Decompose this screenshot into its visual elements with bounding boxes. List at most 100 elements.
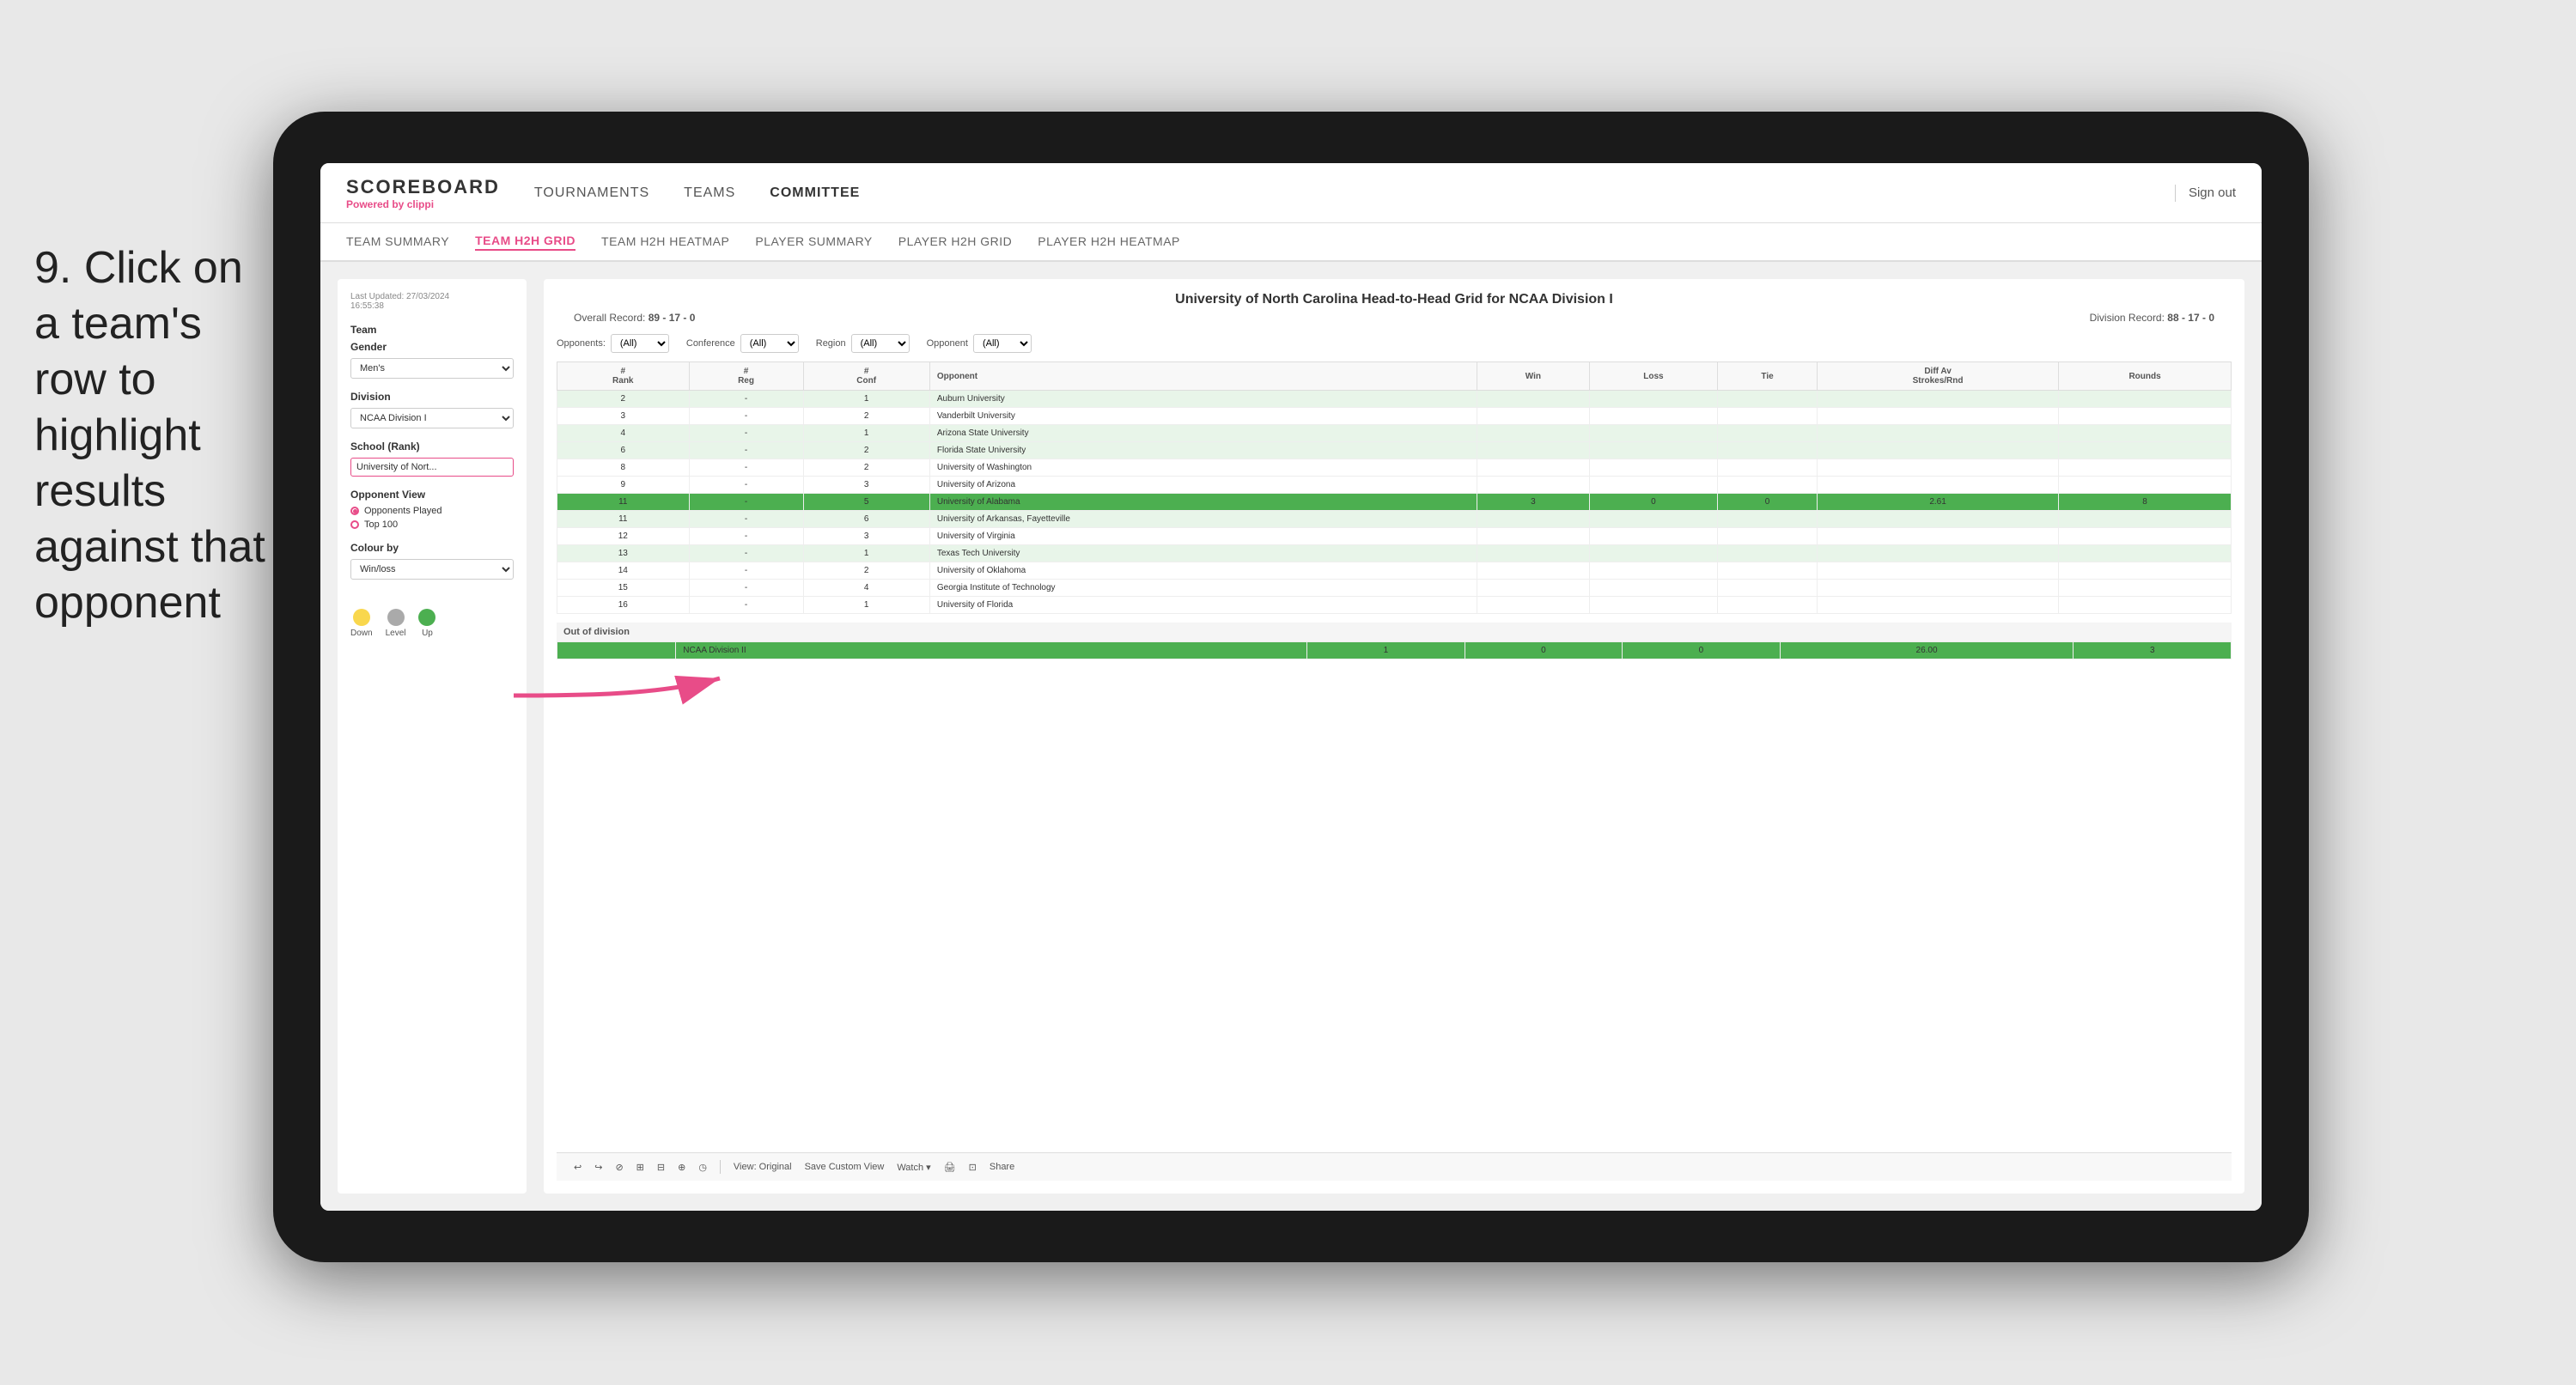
table-cell [2059, 459, 2232, 477]
region-dropdown[interactable]: (All) [851, 334, 910, 353]
toolbar-redo[interactable]: ↪ [594, 1162, 602, 1173]
table-cell [1718, 408, 1818, 425]
legend-circle-up [418, 609, 435, 626]
school-rank-input[interactable] [350, 458, 514, 477]
table-cell: - [689, 511, 803, 528]
out-of-division-header: Out of division [557, 623, 2232, 641]
opponent-name-cell: University of Alabama [929, 494, 1477, 511]
table-cell: - [689, 408, 803, 425]
table-cell [1477, 442, 1590, 459]
toolbar-add[interactable]: ⊞ [636, 1162, 644, 1173]
table-cell: 9 [557, 477, 690, 494]
table-cell [2059, 562, 2232, 580]
tab-team-summary[interactable]: TEAM SUMMARY [346, 234, 449, 250]
table-cell [1718, 477, 1818, 494]
nav-tournaments[interactable]: TOURNAMENTS [534, 185, 649, 201]
table-cell: - [689, 477, 803, 494]
table-cell [2059, 511, 2232, 528]
legend-row: Down Level Up [350, 609, 514, 638]
table-cell [1718, 562, 1818, 580]
table-cell [1817, 442, 2058, 459]
tab-player-h2h-heatmap[interactable]: PLAYER H2H HEATMAP [1038, 234, 1180, 250]
table-cell [2059, 391, 2232, 408]
table-row[interactable]: 11-5University of Alabama3002.618 [557, 494, 2232, 511]
out-division-row[interactable]: NCAA Division II10026.003 [557, 642, 2232, 659]
colour-by-select[interactable]: Win/loss [350, 559, 514, 580]
toolbar-save-custom[interactable]: Save Custom View [805, 1162, 885, 1172]
table-cell: 6 [803, 511, 929, 528]
timestamp: Last Updated: 27/03/2024 16:55:38 [350, 292, 514, 311]
opponents-dropdown[interactable]: (All) [611, 334, 669, 353]
table-cell: 2 [803, 408, 929, 425]
table-row[interactable]: 14-2University of Oklahoma [557, 562, 2232, 580]
table-row[interactable]: 3-2Vanderbilt University [557, 408, 2232, 425]
table-cell [1589, 391, 1717, 408]
table-row[interactable]: 11-6University of Arkansas, Fayetteville [557, 511, 2232, 528]
radio-top100[interactable]: Top 100 [350, 519, 514, 530]
table-cell: 1 [803, 597, 929, 614]
toolbar-watch[interactable]: Watch ▾ [897, 1162, 930, 1173]
toolbar-clock[interactable]: ◷ [698, 1162, 707, 1173]
tab-team-h2h-heatmap[interactable]: TEAM H2H HEATMAP [601, 234, 729, 250]
table-cell [1718, 545, 1818, 562]
main-content: Last Updated: 27/03/2024 16:55:38 Team G… [320, 262, 2262, 1211]
table-cell: 13 [557, 545, 690, 562]
toolbar-zoom[interactable]: ⊕ [678, 1162, 685, 1173]
table-cell: 11 [557, 511, 690, 528]
table-cell [2059, 528, 2232, 545]
opponent-name-cell: Georgia Institute of Technology [929, 580, 1477, 597]
table-row[interactable]: 15-4Georgia Institute of Technology [557, 580, 2232, 597]
col-rounds: Rounds [2059, 362, 2232, 391]
table-cell [1477, 528, 1590, 545]
opponent-dropdown[interactable]: (All) [973, 334, 1032, 353]
toolbar-reset[interactable]: ⊘ [615, 1162, 623, 1173]
table-row[interactable]: 2-1Auburn University [557, 391, 2232, 408]
records-row: Overall Record: 89 - 17 - 0 Division Rec… [557, 312, 2232, 324]
table-cell: 2 [803, 442, 929, 459]
table-cell [1817, 477, 2058, 494]
table-cell: 14 [557, 562, 690, 580]
opponent-name-cell: University of Florida [929, 597, 1477, 614]
table-cell [1589, 562, 1717, 580]
gender-select[interactable]: Men's [350, 358, 514, 379]
nav-items: TOURNAMENTS TEAMS COMMITTEE [534, 185, 2175, 201]
division-select[interactable]: NCAA Division I [350, 408, 514, 428]
table-row[interactable]: 12-3University of Virginia [557, 528, 2232, 545]
tab-player-h2h-grid[interactable]: PLAYER H2H GRID [898, 234, 1013, 250]
table-row[interactable]: 8-2University of Washington [557, 459, 2232, 477]
radio-opponents-played[interactable]: Opponents Played [350, 506, 514, 516]
toolbar-grid[interactable]: ⊡ [969, 1162, 977, 1173]
sign-out-link[interactable]: Sign out [2189, 185, 2236, 200]
table-cell [1589, 545, 1717, 562]
tab-player-summary[interactable]: PLAYER SUMMARY [755, 234, 872, 250]
toolbar-print[interactable]: 🖨 [944, 1162, 956, 1173]
toolbar-undo[interactable]: ↩ [574, 1162, 582, 1173]
empty-cell [557, 642, 676, 659]
table-cell: - [689, 459, 803, 477]
toolbar-remove[interactable]: ⊟ [657, 1162, 665, 1173]
nav-teams[interactable]: TEAMS [684, 185, 735, 201]
table-cell [1817, 425, 2058, 442]
table-cell [1718, 580, 1818, 597]
table-cell [1477, 459, 1590, 477]
sub-nav: TEAM SUMMARY TEAM H2H GRID TEAM H2H HEAT… [320, 223, 2262, 262]
nav-committee[interactable]: COMMITTEE [770, 185, 860, 201]
table-cell: 0 [1718, 494, 1818, 511]
table-row[interactable]: 13-1Texas Tech University [557, 545, 2232, 562]
tab-team-h2h-grid[interactable]: TEAM H2H GRID [475, 234, 575, 251]
table-row[interactable]: 6-2Florida State University [557, 442, 2232, 459]
table-cell: 3 [557, 408, 690, 425]
table-cell: 3 [803, 477, 929, 494]
table-row[interactable]: 9-3University of Arizona [557, 477, 2232, 494]
gender-label: Gender [350, 341, 514, 353]
table-row[interactable]: 16-1University of Florida [557, 597, 2232, 614]
table-cell: 11 [557, 494, 690, 511]
toolbar-view-original[interactable]: View: Original [734, 1162, 792, 1172]
table-cell [1589, 425, 1717, 442]
right-panel: University of North Carolina Head-to-Hea… [544, 279, 2244, 1194]
table-cell: - [689, 425, 803, 442]
table-row[interactable]: 4-1Arizona State University [557, 425, 2232, 442]
toolbar-share[interactable]: Share [990, 1162, 1014, 1172]
table-cell [1718, 511, 1818, 528]
conference-dropdown[interactable]: (All) [740, 334, 799, 353]
